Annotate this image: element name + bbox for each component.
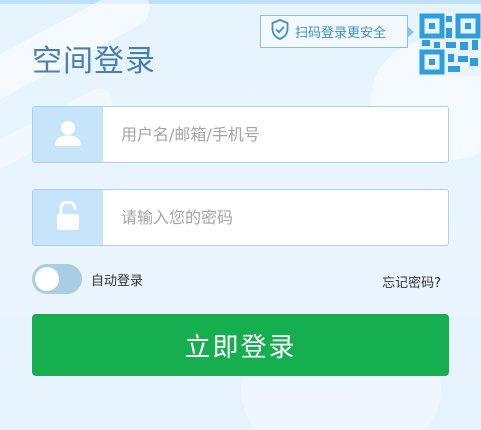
forgot-password-link[interactable]: 忘记密码? — [382, 272, 441, 291]
auto-login-toggle[interactable] — [32, 264, 82, 294]
toggle-knob — [35, 267, 59, 291]
username-field[interactable] — [32, 106, 449, 163]
auto-login-label: 自动登录 — [91, 273, 144, 289]
qr-login-tip[interactable]: 扫码登录更安全 — [260, 15, 414, 48]
username-input[interactable] — [103, 107, 448, 162]
lock-icon — [55, 199, 81, 235]
page-title: 空间登录 — [32, 44, 156, 79]
password-field[interactable] — [32, 189, 449, 246]
qr-login-tip-text: 扫码登录更安全 — [295, 26, 387, 41]
qr-code-icon[interactable] — [418, 12, 481, 76]
shield-check-icon — [271, 19, 289, 44]
user-icon — [54, 120, 82, 150]
top-strip — [0, 0, 481, 4]
auto-login-option[interactable]: 自动登录 — [32, 264, 143, 294]
login-panel: 空间登录 扫码登录更安全 用户名/邮箱/手机号 自动登录 忘记密码? 立即登录 — [0, 0, 481, 430]
username-icon-box — [33, 107, 103, 162]
password-icon-box — [33, 190, 103, 245]
login-button[interactable]: 立即登录 — [32, 314, 449, 376]
password-input[interactable] — [103, 190, 448, 245]
